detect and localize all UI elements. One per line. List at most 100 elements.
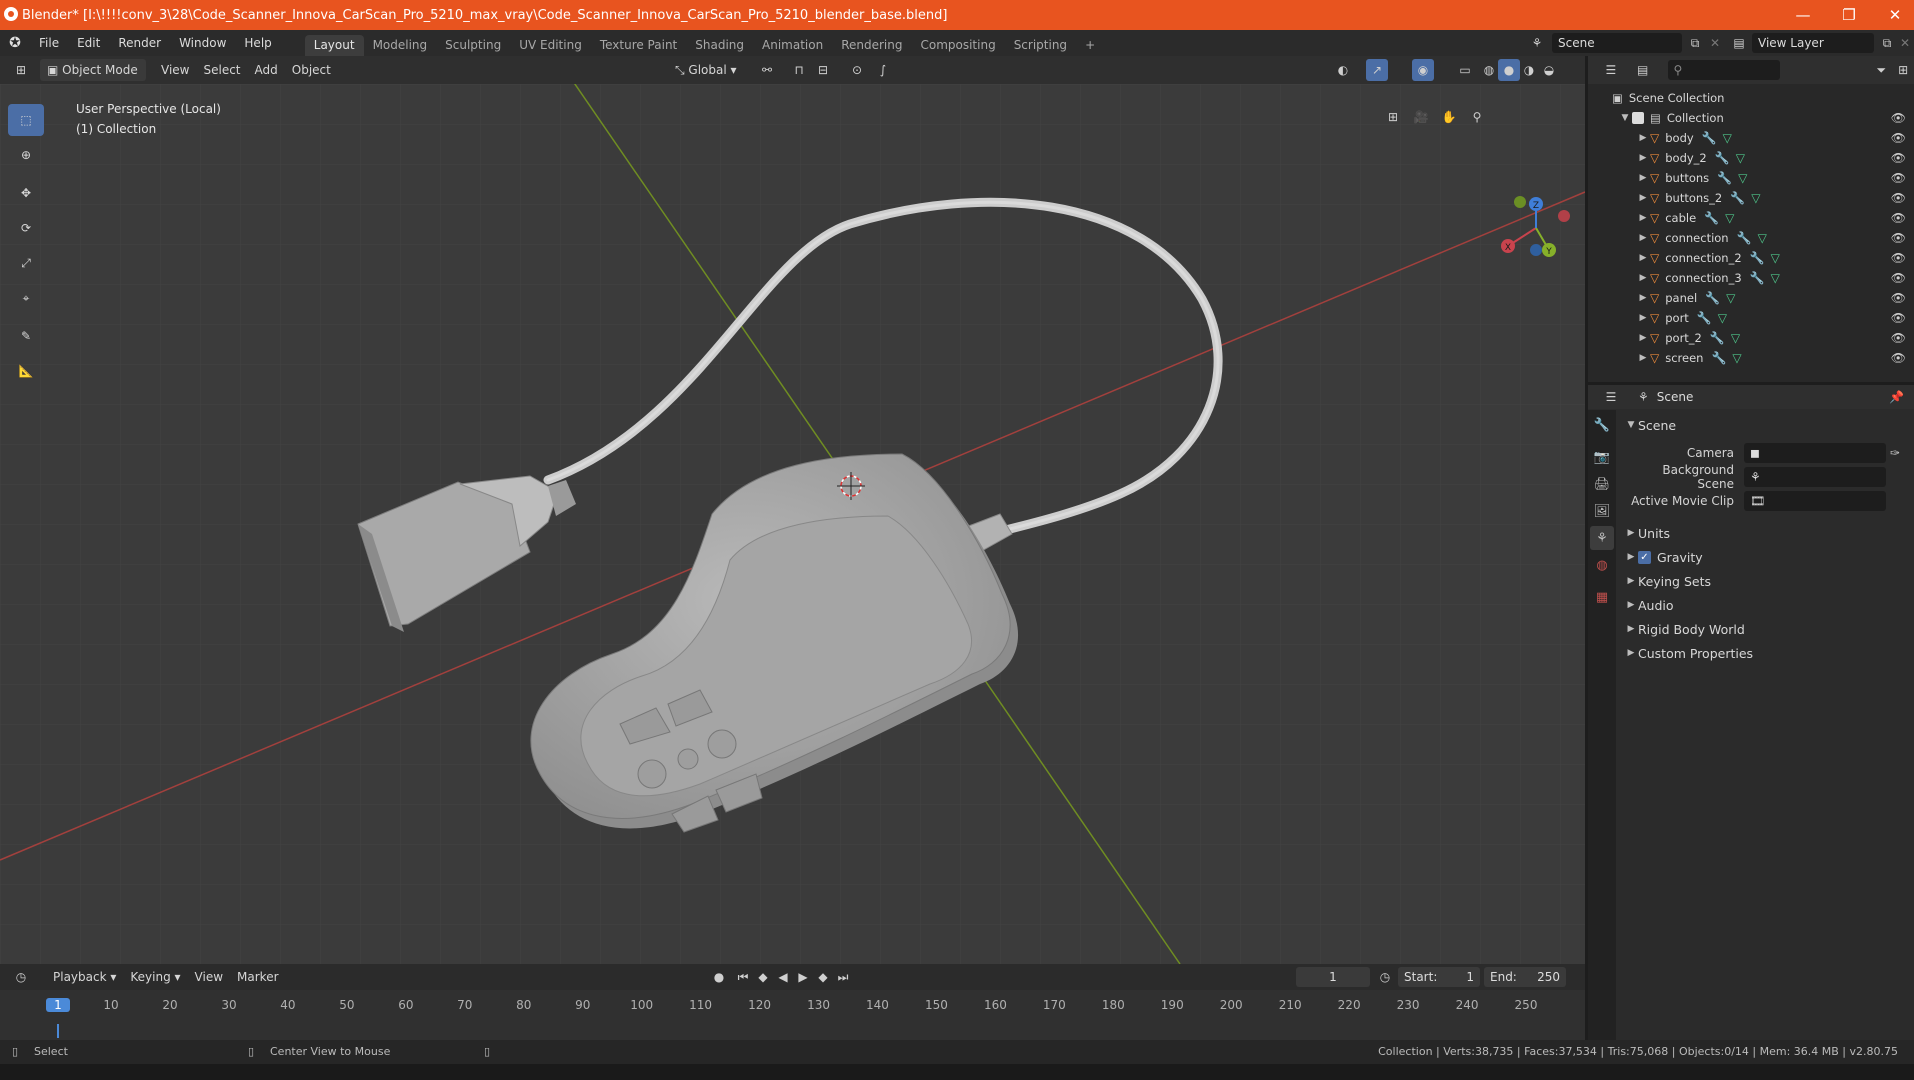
expand-object-icon[interactable]: ▶ [1636,133,1650,143]
outliner-item-connection-2[interactable]: ▶ ▽ connection_2 🔧 ▽ 👁 [1588,248,1914,268]
modifier-icon[interactable]: 🔧 [1750,251,1765,265]
tab-modeling[interactable]: Modeling [364,35,437,56]
gizmo-neg-x-axis[interactable] [1558,210,1570,222]
tab-sculpting[interactable]: Sculpting [436,35,510,56]
orientation-selector[interactable]: ⤡ Global ▾ [668,59,744,81]
menu-render[interactable]: Render [109,30,170,56]
menu-add[interactable]: Add [248,59,285,81]
modifier-icon[interactable]: 🔧 [1697,311,1712,325]
mesh-data-icon[interactable]: ▽ [1723,131,1732,145]
texture-tab-icon[interactable]: ▦ [1590,585,1614,609]
expand-object-icon[interactable]: ▶ [1636,273,1650,283]
expand-object-icon[interactable]: ▶ [1636,213,1650,223]
tab-shading[interactable]: Shading [686,35,753,56]
pan-view-icon[interactable]: ✋ [1438,106,1460,128]
record-icon[interactable]: ● [708,966,730,988]
gizmo-neg-y-axis[interactable] [1514,196,1526,208]
outliner-item-screen[interactable]: ▶ ▽ screen 🔧 ▽ 👁 [1588,348,1914,368]
outliner-item-cable[interactable]: ▶ ▽ cable 🔧 ▽ 👁 [1588,208,1914,228]
camera-view-icon[interactable]: 🎥 [1410,106,1432,128]
menu-view[interactable]: View [154,59,196,81]
pivot-icon[interactable]: ⚯ [756,59,778,81]
scene-tab-icon[interactable]: ⚘ [1590,526,1614,550]
modifier-icon[interactable]: 🔧 [1704,211,1719,225]
cursor-tool-icon[interactable]: ⊕ [8,139,44,171]
units-panel-header[interactable]: ▶ Units [1624,521,1910,545]
keying-sets-panel-header[interactable]: ▶ Keying Sets [1624,569,1910,593]
play-reverse-icon[interactable]: ◀ [772,966,794,988]
minimize-button[interactable]: — [1780,0,1826,30]
camera-field[interactable]: ◼ [1744,443,1886,463]
outliner-item-panel[interactable]: ▶ ▽ panel 🔧 ▽ 👁 [1588,288,1914,308]
snap-target-icon[interactable]: ⊟ [812,59,834,81]
3d-viewport[interactable]: X Y Z User Perspective (Local) (1) Colle… [0,84,1585,964]
tab-compositing[interactable]: Compositing [911,35,1004,56]
display-mode-icon[interactable]: ▤ [1632,59,1654,81]
delete-scene-icon[interactable]: ✕ [1704,32,1726,54]
expand-object-icon[interactable]: ▶ [1636,333,1650,343]
collection-visibility-icon[interactable]: 👁 [1891,111,1906,125]
falloff-icon[interactable]: ∫ [872,59,894,81]
filter-icon[interactable]: ⏷ [1870,59,1892,81]
object-visibility-icon[interactable]: 👁 [1891,291,1906,305]
menu-window[interactable]: Window [170,30,235,56]
modifier-icon[interactable]: 🔧 [1715,151,1730,165]
mesh-data-icon[interactable]: ▽ [1736,151,1745,165]
object-visibility-icon[interactable]: 👁 [1891,251,1906,265]
collection-checkbox[interactable] [1632,112,1644,124]
expand-object-icon[interactable]: ▶ [1636,173,1650,183]
outliner-item-body[interactable]: ▶ ▽ body 🔧 ▽ 👁 [1588,128,1914,148]
xray-icon[interactable]: ▭ [1454,59,1476,81]
modifier-icon[interactable]: 🔧 [1702,131,1717,145]
scene-panel-header[interactable]: ▼ Scene [1624,413,1910,437]
select-box-tool-icon[interactable]: ⬚ [8,104,44,136]
object-visibility-icon[interactable]: 👁 [1891,271,1906,285]
jump-end-icon[interactable]: ⏭ [832,966,854,988]
visibility-icon[interactable]: ◐ [1332,59,1354,81]
rigid-body-world-panel-header[interactable]: ▶ Rigid Body World [1624,617,1910,641]
tab-scripting[interactable]: Scripting [1005,35,1076,56]
gravity-checkbox[interactable]: ✓ [1638,550,1651,564]
outliner-editor-type-icon[interactable]: ☰ [1600,59,1622,81]
object-visibility-icon[interactable]: 👁 [1891,331,1906,345]
mesh-data-icon[interactable]: ▽ [1726,291,1735,305]
world-tab-icon[interactable]: ◍ [1590,553,1614,577]
tab-layout[interactable]: Layout [304,35,364,56]
tab-uv-editing[interactable]: UV Editing [510,35,591,56]
start-frame-field[interactable]: Start: 1 [1398,967,1480,987]
tab-animation[interactable]: Animation [753,35,832,56]
jump-keyframe-back-icon[interactable]: ◆ [752,966,774,988]
object-visibility-icon[interactable]: 👁 [1891,171,1906,185]
active-movie-clip-field[interactable]: 🎞 [1744,491,1886,511]
blender-menu-icon[interactable]: ✪ [0,35,30,51]
outliner-item-connection[interactable]: ▶ ▽ connection 🔧 ▽ 👁 [1588,228,1914,248]
play-icon[interactable]: ▶ [792,966,814,988]
menu-playback[interactable]: Playback ▾ [46,966,123,988]
new-scene-icon[interactable]: ⧉ [1684,32,1706,54]
menu-object[interactable]: Object [285,59,338,81]
outliner-item-port[interactable]: ▶ ▽ port 🔧 ▽ 👁 [1588,308,1914,328]
outliner-search-input[interactable]: ⚲ [1667,60,1781,80]
modifier-icon[interactable]: 🔧 [1730,191,1745,205]
properties-editor-type-icon[interactable]: ☰ [1600,386,1622,408]
modifier-icon[interactable]: 🔧 [1750,271,1765,285]
menu-select[interactable]: Select [196,59,247,81]
pin-icon[interactable]: 📌 [1889,390,1904,404]
outliner-item-port-2[interactable]: ▶ ▽ port_2 🔧 ▽ 👁 [1588,328,1914,348]
view-layer-selector[interactable]: View Layer [1752,33,1874,53]
expand-object-icon[interactable]: ▶ [1636,293,1650,303]
add-workspace-button[interactable]: + [1076,35,1104,56]
material-shading-icon[interactable]: ◑ [1518,59,1540,81]
object-visibility-icon[interactable]: 👁 [1891,211,1906,225]
scene-selector[interactable]: Scene [1552,33,1682,53]
modifier-icon[interactable]: 🔧 [1705,291,1720,305]
expand-object-icon[interactable]: ▶ [1636,193,1650,203]
outliner-item-connection-3[interactable]: ▶ ▽ connection_3 🔧 ▽ 👁 [1588,268,1914,288]
gravity-panel-header[interactable]: ▶ ✓ Gravity [1624,545,1910,569]
outliner-scene-collection[interactable]: ▣ Scene Collection [1588,88,1914,108]
mesh-data-icon[interactable]: ▽ [1758,231,1767,245]
measure-tool-icon[interactable]: 📐 [8,355,44,387]
mesh-data-icon[interactable]: ▽ [1771,251,1780,265]
modifier-icon[interactable]: 🔧 [1717,171,1732,185]
close-button[interactable]: ✕ [1872,0,1914,30]
